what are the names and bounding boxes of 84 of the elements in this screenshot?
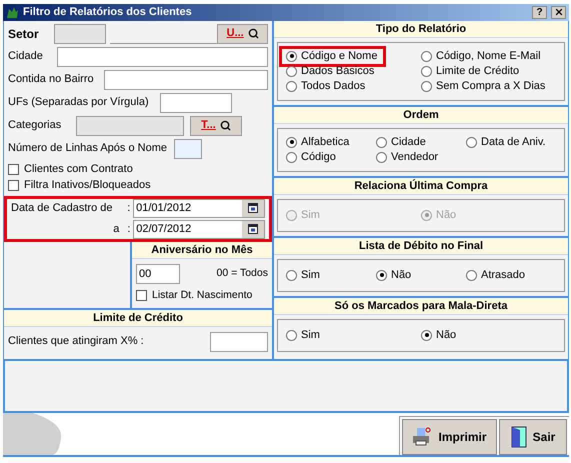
field-label: UFs (Separadas por Vírgula) xyxy=(8,95,150,110)
field-label: a xyxy=(112,222,120,237)
text-field[interactable] xyxy=(160,92,232,112)
text-field[interactable] xyxy=(57,46,268,66)
radio-button[interactable] xyxy=(421,50,432,62)
calendar-button[interactable] xyxy=(242,220,264,238)
radio-button[interactable] xyxy=(376,270,387,280)
section-header: Ordem xyxy=(274,106,568,124)
checkbox[interactable] xyxy=(136,290,147,301)
door-icon xyxy=(510,426,527,448)
radio-label: Cidade xyxy=(391,134,426,150)
field-label: Categorias xyxy=(8,118,62,134)
radio-button[interactable] xyxy=(376,152,387,162)
window-title: Filtro de Relatórios dos Clientes xyxy=(23,5,193,20)
separator-text: : xyxy=(127,200,132,216)
radio-button[interactable] xyxy=(421,80,432,92)
close-button[interactable] xyxy=(551,6,566,19)
radio-label: Sim xyxy=(301,328,320,343)
radio-label: Dados Básicos xyxy=(301,64,374,79)
radio-label: Vendedor xyxy=(391,150,438,165)
checkbox-label: Clientes com Contrato xyxy=(24,162,133,178)
radio-label: Código, Nome E-Mail xyxy=(436,48,541,64)
checkbox-label: Filtra Inativos/Bloqueados xyxy=(24,178,151,194)
radio-label: Não xyxy=(436,328,456,343)
text-field[interactable] xyxy=(174,138,202,158)
radio-button[interactable] xyxy=(286,152,297,162)
help-button[interactable]: ? xyxy=(532,6,547,19)
radio-label: Código xyxy=(301,150,336,165)
field-label: Número de Linhas Após o Nome xyxy=(8,141,168,156)
radio-label: Sim xyxy=(301,268,320,283)
calendar-button[interactable] xyxy=(242,200,264,216)
section-header: Aniversário no Mês xyxy=(132,242,272,258)
calendar-icon xyxy=(248,203,258,213)
radio-button[interactable] xyxy=(286,50,297,62)
radio-button[interactable] xyxy=(466,136,477,148)
text-field[interactable] xyxy=(54,24,106,44)
search-icon xyxy=(248,28,259,39)
radio-label: Limite de Crédito xyxy=(436,64,520,79)
text-field[interactable] xyxy=(210,332,268,352)
date-field[interactable]: 02/07/2012 xyxy=(133,220,266,238)
radio-label: Sim xyxy=(301,208,320,223)
decoration-shape xyxy=(3,413,63,455)
hint-text: 00 = Todos xyxy=(216,266,268,281)
section-header: Lista de Débito no Final xyxy=(274,238,568,254)
search-icon xyxy=(220,120,231,131)
date-field[interactable]: 01/01/2012 xyxy=(133,198,265,218)
field-label: Data de Cadastro de xyxy=(11,200,114,216)
radio-label: Todos Dados xyxy=(301,78,366,94)
radio-button[interactable] xyxy=(376,136,387,148)
field-label: Cidade xyxy=(8,49,44,64)
radio-label: Atrasado xyxy=(481,268,526,283)
section-header: Só os Marcados para Mala-Direta xyxy=(274,298,568,314)
radio-button[interactable] xyxy=(421,330,432,340)
section-header: Relaciona Última Compra xyxy=(274,178,568,194)
checkbox-label: Listar Dt. Nascimento xyxy=(152,288,252,303)
radio-label: Alfabetica xyxy=(301,134,350,150)
field-label: Clientes que atingiram X% : xyxy=(8,334,144,350)
leaf-icon xyxy=(6,6,19,19)
printer-icon xyxy=(412,427,432,447)
section-header: Tipo do Relatório xyxy=(274,20,568,38)
close-icon xyxy=(554,7,564,18)
text-field[interactable] xyxy=(76,116,184,136)
checkbox[interactable] xyxy=(8,164,19,175)
exit-button[interactable]: Sair xyxy=(499,419,567,455)
checkbox[interactable] xyxy=(8,180,19,191)
field-label: Setor xyxy=(8,26,40,42)
field-label: Contida no Bairro xyxy=(8,72,95,88)
text-field[interactable]: 00 xyxy=(136,264,180,284)
text-field[interactable] xyxy=(104,70,268,90)
radio-button[interactable] xyxy=(286,330,297,340)
radio-label: Sem Compra a X Dias xyxy=(436,78,546,94)
radio-button[interactable] xyxy=(286,136,297,148)
section-header: Limite de Crédito xyxy=(4,310,272,326)
calendar-icon xyxy=(248,224,258,234)
radio-button[interactable] xyxy=(466,270,477,280)
radio-button[interactable] xyxy=(286,270,297,280)
radio-label: Data de Aniv. xyxy=(481,134,546,150)
separator-text: : xyxy=(127,222,132,237)
radio-button[interactable] xyxy=(286,80,297,92)
print-button[interactable]: Imprimir xyxy=(402,419,497,455)
radio-label: Não xyxy=(391,268,412,283)
radio-label: Código e Nome xyxy=(301,48,378,64)
radio-button[interactable] xyxy=(421,66,432,76)
radio-label: Não xyxy=(436,208,456,223)
